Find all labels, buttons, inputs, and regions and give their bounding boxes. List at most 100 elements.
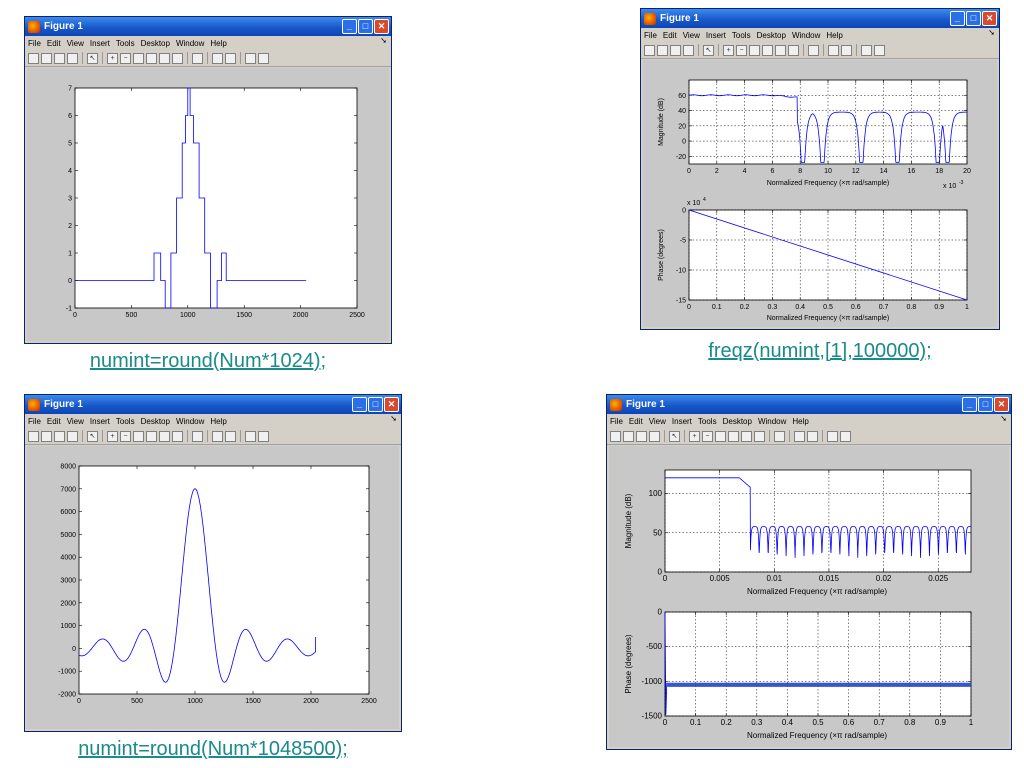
link-plot-icon[interactable] (808, 44, 819, 56)
close-button[interactable]: ✕ (994, 397, 1009, 412)
menu-file[interactable]: File (28, 39, 41, 48)
print-icon[interactable] (67, 430, 78, 442)
menu-tools[interactable]: Tools (732, 31, 751, 40)
new-figure-icon[interactable] (644, 44, 655, 56)
close-button[interactable]: ✕ (384, 397, 399, 412)
menu-insert[interactable]: Insert (672, 417, 692, 426)
hide-plot-tools-icon[interactable] (245, 52, 256, 64)
menu-view[interactable]: View (67, 417, 84, 426)
menu-edit[interactable]: Edit (629, 417, 643, 426)
menu-window[interactable]: Window (792, 31, 820, 40)
zoom-in-icon[interactable]: + (689, 430, 700, 442)
pan-hand-icon[interactable] (749, 44, 760, 56)
menu-desktop[interactable]: Desktop (723, 417, 752, 426)
minimize-button[interactable]: _ (950, 11, 965, 26)
pan-hand-icon[interactable] (133, 430, 144, 442)
title-bar[interactable]: Figure 1 _ □ ✕ (25, 395, 401, 414)
menu-tools[interactable]: Tools (698, 417, 717, 426)
colorbar-icon[interactable] (794, 430, 805, 442)
print-icon[interactable] (67, 52, 78, 64)
menu-window[interactable]: Window (176, 417, 204, 426)
minimize-button[interactable]: _ (352, 397, 367, 412)
legend-icon[interactable] (225, 430, 236, 442)
menu-insert[interactable]: Insert (706, 31, 726, 40)
figure-window-c[interactable]: Figure 1 _ □ ✕ File Edit View Insert Too… (24, 394, 402, 732)
pointer-icon[interactable]: ↖ (669, 430, 680, 442)
close-button[interactable]: ✕ (374, 19, 389, 34)
colorbar-icon[interactable] (212, 430, 223, 442)
show-plot-tools-icon[interactable] (840, 430, 851, 442)
new-figure-icon[interactable] (610, 430, 621, 442)
open-file-icon[interactable] (623, 430, 634, 442)
figure-window-a[interactable]: Figure 1 _ □ ✕ File Edit View Insert Too… (24, 16, 392, 344)
link-plot-icon[interactable] (774, 430, 785, 442)
save-icon[interactable] (670, 44, 681, 56)
pointer-icon[interactable]: ↖ (87, 430, 98, 442)
rotate-3d-icon[interactable] (146, 52, 157, 64)
close-button[interactable]: ✕ (982, 11, 997, 26)
menu-help[interactable]: Help (210, 39, 226, 48)
zoom-out-icon[interactable]: − (736, 44, 747, 56)
menu-help[interactable]: Help (792, 417, 808, 426)
show-plot-tools-icon[interactable] (258, 52, 269, 64)
menubar-arrow-icon[interactable]: ➘ (390, 414, 397, 423)
save-icon[interactable] (54, 430, 65, 442)
show-plot-tools-icon[interactable] (258, 430, 269, 442)
zoom-out-icon[interactable]: − (120, 430, 131, 442)
legend-icon[interactable] (841, 44, 852, 56)
legend-icon[interactable] (225, 52, 236, 64)
new-figure-icon[interactable] (28, 430, 39, 442)
data-cursor-icon[interactable] (775, 44, 786, 56)
maximize-button[interactable]: □ (358, 19, 373, 34)
colorbar-icon[interactable] (828, 44, 839, 56)
figure-window-b[interactable]: Figure 1 _ □ ✕ File Edit View Insert Too… (640, 8, 1000, 330)
data-cursor-icon[interactable] (741, 430, 752, 442)
menu-tools[interactable]: Tools (116, 417, 135, 426)
figure-window-d[interactable]: Figure 1 _ □ ✕ File Edit View Insert Too… (606, 394, 1012, 750)
menu-view[interactable]: View (683, 31, 700, 40)
zoom-in-icon[interactable]: + (107, 52, 118, 64)
pan-hand-icon[interactable] (715, 430, 726, 442)
brush-icon[interactable] (788, 44, 799, 56)
minimize-button[interactable]: _ (342, 19, 357, 34)
new-figure-icon[interactable] (28, 52, 39, 64)
menu-insert[interactable]: Insert (90, 417, 110, 426)
open-file-icon[interactable] (41, 52, 52, 64)
menu-tools[interactable]: Tools (116, 39, 135, 48)
brush-icon[interactable] (172, 430, 183, 442)
menu-desktop[interactable]: Desktop (141, 39, 170, 48)
menu-window[interactable]: Window (758, 417, 786, 426)
zoom-in-icon[interactable]: + (723, 44, 734, 56)
menu-edit[interactable]: Edit (47, 417, 61, 426)
zoom-out-icon[interactable]: − (120, 52, 131, 64)
menu-file[interactable]: File (28, 417, 41, 426)
print-icon[interactable] (683, 44, 694, 56)
menu-file[interactable]: File (644, 31, 657, 40)
print-icon[interactable] (649, 430, 660, 442)
menu-desktop[interactable]: Desktop (141, 417, 170, 426)
menu-edit[interactable]: Edit (47, 39, 61, 48)
open-file-icon[interactable] (41, 430, 52, 442)
menu-help[interactable]: Help (210, 417, 226, 426)
link-plot-icon[interactable] (192, 52, 203, 64)
title-bar[interactable]: Figure 1 _ □ ✕ (641, 9, 999, 28)
menu-insert[interactable]: Insert (90, 39, 110, 48)
brush-icon[interactable] (754, 430, 765, 442)
zoom-out-icon[interactable]: − (702, 430, 713, 442)
colorbar-icon[interactable] (212, 52, 223, 64)
pointer-icon[interactable]: ↖ (703, 44, 714, 56)
save-icon[interactable] (54, 52, 65, 64)
maximize-button[interactable]: □ (368, 397, 383, 412)
link-plot-icon[interactable] (192, 430, 203, 442)
pointer-icon[interactable]: ↖ (87, 52, 98, 64)
menu-desktop[interactable]: Desktop (757, 31, 786, 40)
rotate-3d-icon[interactable] (762, 44, 773, 56)
pan-hand-icon[interactable] (133, 52, 144, 64)
brush-icon[interactable] (172, 52, 183, 64)
save-icon[interactable] (636, 430, 647, 442)
menubar-arrow-icon[interactable]: ➘ (988, 28, 995, 37)
menu-view[interactable]: View (649, 417, 666, 426)
maximize-button[interactable]: □ (966, 11, 981, 26)
maximize-button[interactable]: □ (978, 397, 993, 412)
data-cursor-icon[interactable] (159, 52, 170, 64)
